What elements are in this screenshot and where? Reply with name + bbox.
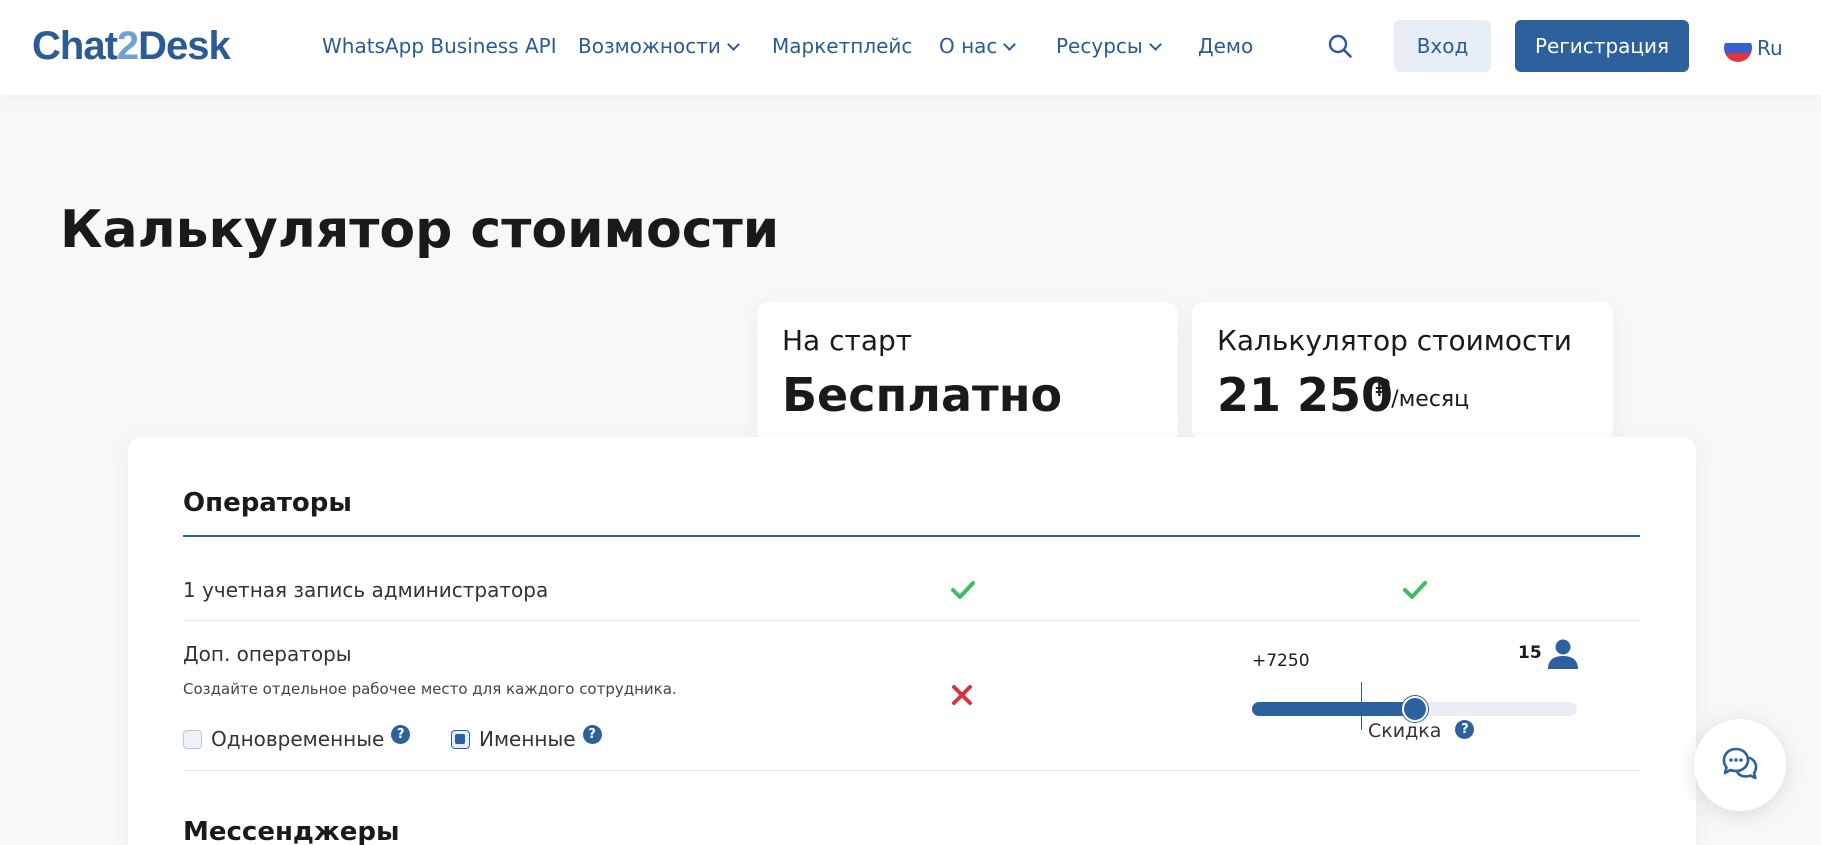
discount-marker	[1360, 682, 1362, 730]
plan-name: На старт	[782, 324, 913, 357]
language-label: Ru	[1757, 36, 1783, 60]
page-title: Калькулятор стоимости	[60, 200, 780, 260]
row-divider	[183, 620, 1640, 621]
chat-widget-button[interactable]	[1694, 719, 1786, 811]
top-header: Chat2Desk WhatsApp Business API Возможно…	[0, 0, 1821, 95]
search-icon[interactable]	[1327, 33, 1353, 59]
chevron-down-icon	[1003, 38, 1017, 51]
currency-symbol: ₽	[1375, 374, 1391, 402]
nav-item-marketplace[interactable]: Маркетплейс	[772, 34, 912, 58]
nav-item-demo[interactable]: Демо	[1198, 34, 1253, 58]
admin-account-label: 1 учетная запись администратора	[183, 578, 549, 602]
section-title-operators: Операторы	[183, 488, 352, 518]
help-icon[interactable]: ?	[582, 724, 602, 744]
slider-handle[interactable]	[1401, 696, 1428, 722]
help-icon[interactable]: ?	[1455, 719, 1475, 739]
check-icon	[1403, 581, 1427, 599]
logo-text-two: 2	[116, 24, 139, 68]
user-icon	[1548, 639, 1578, 669]
named-operators-option[interactable]: Именные ?	[451, 724, 602, 751]
row-divider	[183, 770, 1640, 771]
check-icon	[951, 581, 975, 599]
section-title-messengers: Мессенджеры	[183, 817, 400, 845]
nav-item-label: Возможности	[578, 34, 721, 58]
discount-label-group: Скидка ?	[1368, 719, 1475, 742]
language-switcher[interactable]: Ru	[1724, 34, 1783, 62]
cross-icon	[952, 685, 972, 705]
nav-item-label: Ресурсы	[1056, 34, 1143, 58]
operators-slider[interactable]	[1252, 696, 1577, 722]
price-period: /месяц	[1391, 387, 1470, 412]
chat-bubbles-icon	[1722, 747, 1758, 780]
login-button[interactable]: Вход	[1394, 20, 1491, 72]
operators-count: 15	[1518, 643, 1542, 663]
register-button[interactable]: Регистрация	[1515, 20, 1689, 72]
plan-price: 21 250	[1217, 368, 1394, 422]
option-label: Одновременные	[211, 727, 385, 751]
slider-fill	[1252, 702, 1415, 716]
named-checkbox[interactable]	[451, 729, 470, 749]
nav-item-about[interactable]: О нас	[939, 34, 1017, 58]
logo-text-desk: Desk	[138, 24, 231, 68]
logo[interactable]: Chat2Desk	[32, 24, 231, 68]
nav-item-label: О нас	[939, 34, 998, 58]
simultaneous-operators-option[interactable]: Одновременные ?	[183, 724, 411, 751]
nav-item-label: Маркетплейс	[772, 34, 913, 58]
extra-operators-label: Доп. операторы	[183, 642, 352, 666]
plan-price: Бесплатно	[782, 368, 1063, 422]
nav-item-label: Демо	[1198, 34, 1254, 58]
option-label: Именные	[479, 727, 576, 751]
nav-item-features[interactable]: Возможности	[578, 34, 740, 58]
plan-card-calculated: Калькулятор стоимости 21 250	[1192, 302, 1613, 442]
help-icon[interactable]: ?	[391, 724, 411, 744]
nav-item-resources[interactable]: Ресурсы	[1056, 34, 1162, 58]
logo-text-chat: Chat	[32, 24, 118, 68]
price-unit: ₽/месяц	[1375, 374, 1469, 412]
nav-item-whatsapp-api[interactable]: WhatsApp Business API	[322, 34, 557, 58]
chevron-down-icon	[1148, 38, 1162, 51]
extra-operators-price: +7250	[1252, 651, 1310, 671]
nav-item-label: WhatsApp Business API	[322, 34, 557, 58]
calculator-panel	[128, 437, 1696, 845]
extra-operators-description: Создайте отдельное рабочее место для каж…	[183, 680, 677, 698]
discount-label: Скидка	[1368, 720, 1442, 742]
plan-name: Калькулятор стоимости	[1217, 324, 1572, 357]
section-divider	[183, 535, 1640, 537]
simultaneous-checkbox[interactable]	[183, 729, 202, 749]
russian-flag-icon	[1724, 34, 1752, 62]
chevron-down-icon	[727, 38, 740, 51]
plan-card-free: На старт Бесплатно	[757, 302, 1178, 442]
